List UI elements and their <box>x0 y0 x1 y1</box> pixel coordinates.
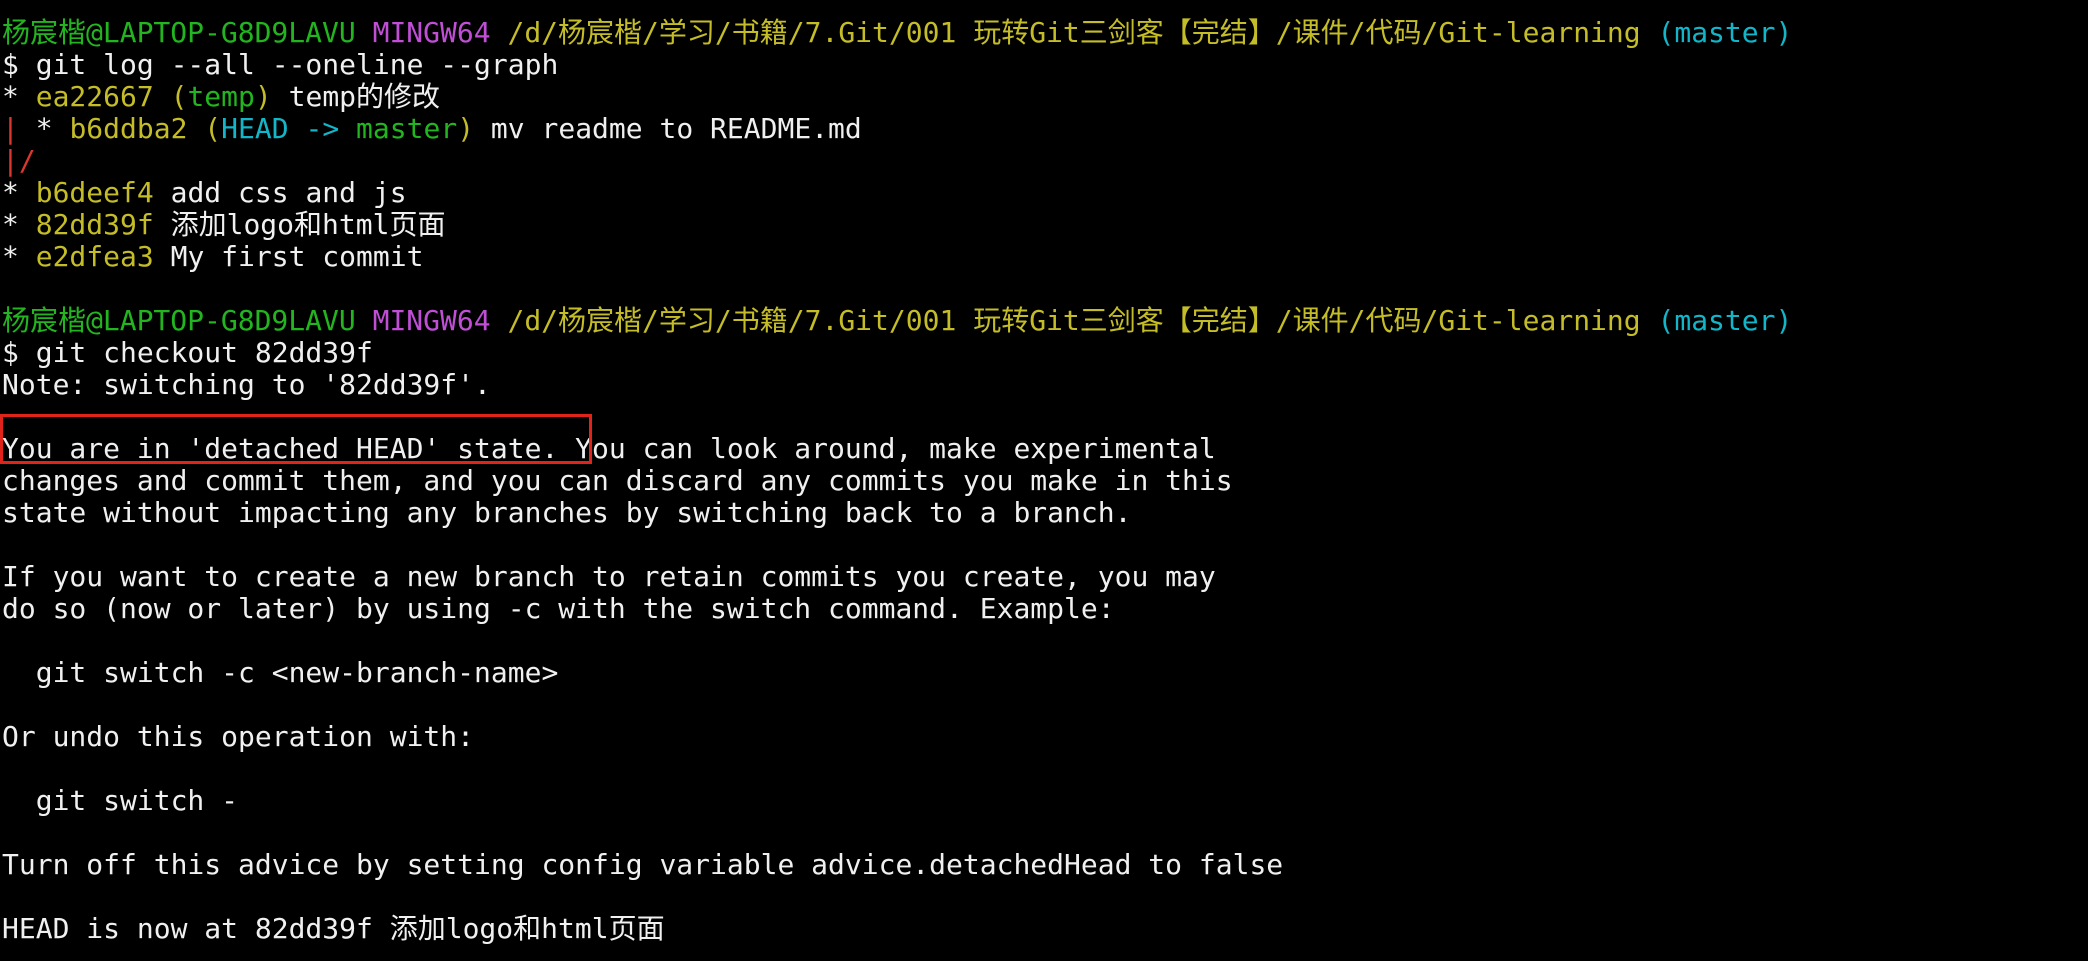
output-line: changes and commit them, and you can dis… <box>2 464 1233 497</box>
commit-message: mv readme to README.md <box>474 112 862 145</box>
graph-node: * <box>18 112 70 145</box>
output-line: If you want to create a new branch to re… <box>2 560 1216 593</box>
prompt-branch: (master) <box>1657 304 1793 337</box>
commit-hash: b6ddba2 <box>69 112 188 145</box>
prompt-system: MINGW64 <box>372 304 491 337</box>
prompt-path: /d/杨宸楷/学习/书籍/7.Git/001 玩转Git三剑客【完结】/课件/代… <box>507 304 1641 337</box>
command-line: $ git checkout 82dd39f <box>2 336 373 369</box>
prompt-user-host: 杨宸楷@LAPTOP-G8D9LAVU <box>2 16 356 49</box>
prompt-branch: (master) <box>1657 16 1793 49</box>
output-example: git switch -c <new-branch-name> <box>2 656 559 689</box>
highlight-annotation-box <box>0 414 592 464</box>
prompt-system: MINGW64 <box>372 16 491 49</box>
log-line: * e2dfea3 My first commit <box>2 241 2088 273</box>
shell-prompt: 杨宸楷@LAPTOP-G8D9LAVU MINGW64 /d/杨宸楷/学习/书籍… <box>2 17 2088 49</box>
graph-node: * <box>2 176 36 209</box>
command-line: $ git log --all --oneline --graph <box>2 48 559 81</box>
output-text: You can look around, make experimental <box>558 432 1216 465</box>
log-line: * 82dd39f 添加logo和html页面 <box>2 209 2088 241</box>
graph-node: * <box>2 240 36 273</box>
commit-message: add css and js <box>153 176 407 209</box>
graph-node: * <box>2 208 36 241</box>
output-line: do so (now or later) by using -c with th… <box>2 592 1115 625</box>
ref-paren-open: ( <box>153 80 188 113</box>
commit-message: My first commit <box>153 240 424 273</box>
prompt-user-host: 杨宸楷@LAPTOP-G8D9LAVU <box>2 304 356 337</box>
ref-paren-open: ( <box>187 112 222 145</box>
output-line: Or undo this operation with: <box>2 720 475 753</box>
ref-paren-close: ) <box>457 112 475 145</box>
commit-message: temp的修改 <box>271 80 441 113</box>
output-advice: Turn off this advice by setting config v… <box>2 848 1284 881</box>
graph-merge: |/ <box>2 144 36 177</box>
ref-branch: temp <box>187 80 255 113</box>
log-line: | * b6ddba2 (HEAD -> master) mv readme t… <box>2 113 2088 145</box>
output-head-now: HEAD is now at 82dd39f 添加logo和html页面 <box>2 912 665 945</box>
ref-head: HEAD -> <box>221 112 357 145</box>
prompt-path: /d/杨宸楷/学习/书籍/7.Git/001 玩转Git三剑客【完结】/课件/代… <box>507 16 1641 49</box>
output-example: git switch - <box>2 784 239 817</box>
ref-paren-close: ) <box>254 80 272 113</box>
commit-hash: 82dd39f <box>35 208 154 241</box>
commit-hash: e2dfea3 <box>35 240 154 273</box>
shell-prompt: 杨宸楷@LAPTOP-G8D9LAVU MINGW64 /d/杨宸楷/学习/书籍… <box>2 305 2088 337</box>
output-note: Note: switching to '82dd39f'. <box>2 368 491 401</box>
log-line: * b6deef4 add css and js <box>2 177 2088 209</box>
log-line: * ea22667 (temp) temp的修改 <box>2 81 2088 113</box>
graph-node: * <box>2 80 36 113</box>
output-line: state without impacting any branches by … <box>2 496 1132 529</box>
graph-pipe: | <box>2 112 19 145</box>
terminal-window[interactable]: 杨宸楷@LAPTOP-G8D9LAVU MINGW64 /d/杨宸楷/学习/书籍… <box>0 0 2088 961</box>
commit-hash: ea22667 <box>35 80 154 113</box>
ref-branch: master <box>356 112 458 145</box>
commit-message: 添加logo和html页面 <box>153 208 446 241</box>
commit-hash: b6deef4 <box>35 176 154 209</box>
